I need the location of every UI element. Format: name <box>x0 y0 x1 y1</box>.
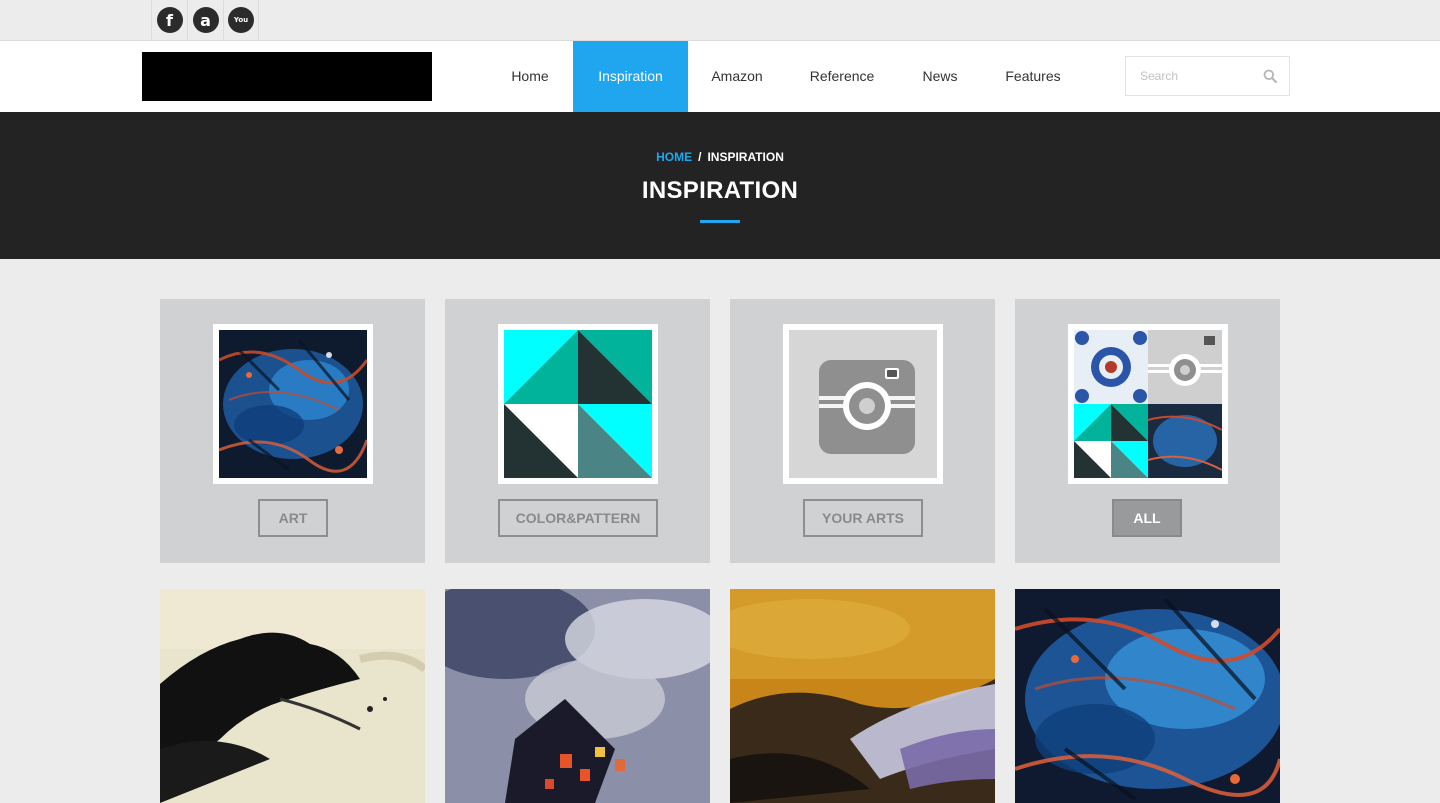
category-card-all: ALL <box>1015 299 1280 563</box>
site-header: Home Inspiration Amazon Reference News F… <box>0 41 1440 112</box>
category-button-your-arts[interactable]: YOUR ARTS <box>803 499 923 537</box>
collage-thumbnail-image <box>1074 330 1222 478</box>
facebook-icon: f <box>156 7 183 33</box>
camera-icon <box>789 330 937 478</box>
category-button-all[interactable]: ALL <box>1112 499 1182 537</box>
category-card-color-pattern: COLOR&PATTERN <box>445 299 710 563</box>
nav-item-news[interactable]: News <box>910 41 970 112</box>
search-icon[interactable] <box>1263 69 1277 83</box>
category-thumbnail-art[interactable] <box>213 324 373 484</box>
title-underline <box>700 220 740 223</box>
category-thumbnail-your-arts[interactable] <box>783 324 943 484</box>
breadcrumb-current: INSPIRATION <box>707 150 784 164</box>
site-logo[interactable] <box>142 52 432 101</box>
gallery-item[interactable] <box>160 589 425 803</box>
art-thumbnail-image <box>219 330 367 478</box>
nav-item-home[interactable]: Home <box>494 41 566 112</box>
amazon-icon: a <box>192 7 219 33</box>
nav-item-features[interactable]: Features <box>996 41 1070 112</box>
youtube-icon: You <box>228 7 254 33</box>
breadcrumb-home-link[interactable]: HOME <box>656 150 692 164</box>
artwork-image <box>730 589 995 803</box>
breadcrumb: HOME / INSPIRATION <box>0 150 1440 164</box>
category-button-color-pattern[interactable]: COLOR&PATTERN <box>498 499 658 537</box>
nav-item-inspiration[interactable]: Inspiration <box>573 41 688 112</box>
breadcrumb-separator: / <box>698 150 702 164</box>
category-thumbnail-all[interactable] <box>1068 324 1228 484</box>
artwork-image <box>160 589 425 803</box>
category-thumbnail-color-pattern[interactable] <box>498 324 658 484</box>
page-header-band: HOME / INSPIRATION INSPIRATION <box>0 112 1440 259</box>
search-input[interactable] <box>1126 57 1256 95</box>
social-link-youtube[interactable]: You <box>223 0 259 40</box>
gallery-item[interactable] <box>445 589 710 803</box>
category-card-art: ART <box>160 299 425 563</box>
nav-item-amazon[interactable]: Amazon <box>700 41 774 112</box>
social-bar: f a You <box>0 0 1440 41</box>
category-button-art[interactable]: ART <box>258 499 328 537</box>
gallery-item[interactable] <box>1015 589 1280 803</box>
category-card-your-arts: YOUR ARTS <box>730 299 995 563</box>
artwork-image <box>1015 589 1280 803</box>
artwork-image <box>445 589 710 803</box>
nav-item-reference[interactable]: Reference <box>800 41 884 112</box>
pattern-thumbnail-image <box>504 330 652 478</box>
social-link-amazon[interactable]: a <box>187 0 223 40</box>
social-link-facebook[interactable]: f <box>151 0 187 40</box>
search-box <box>1125 56 1290 96</box>
gallery-item[interactable] <box>730 589 995 803</box>
page-title: INSPIRATION <box>641 177 799 204</box>
